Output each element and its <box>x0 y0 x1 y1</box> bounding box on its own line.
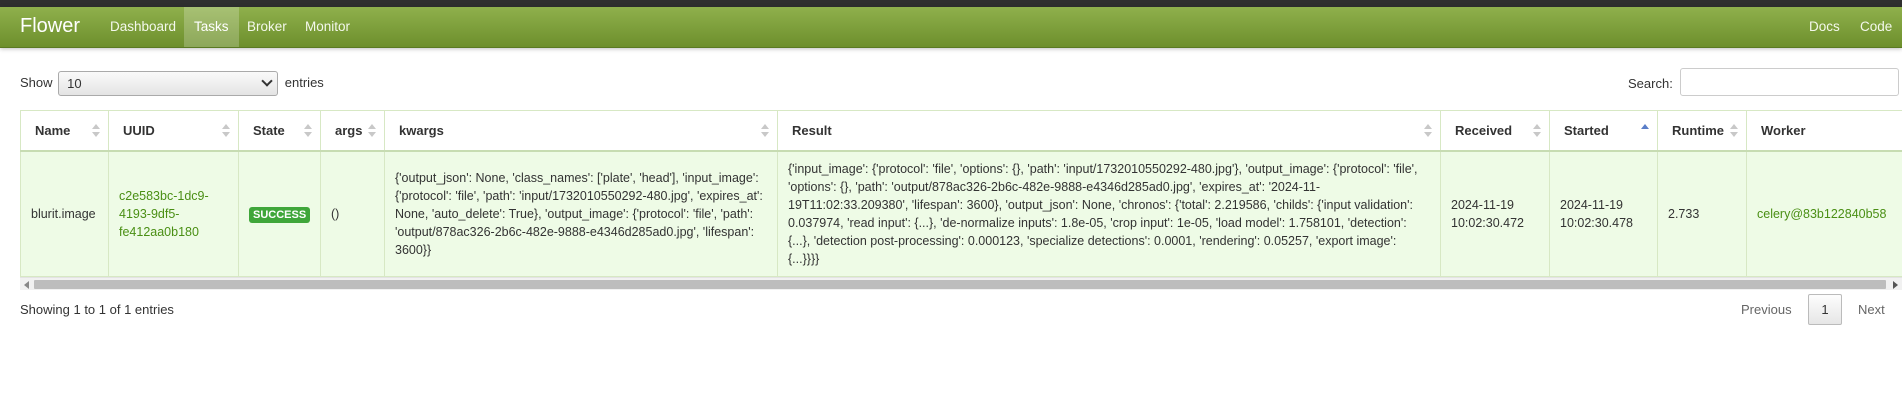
cell-worker: celery@83b122840b58 <box>1746 150 1902 277</box>
search-input[interactable] <box>1680 68 1899 96</box>
sort-icon <box>368 124 376 138</box>
cell-args: () <box>320 150 385 277</box>
brand-logo[interactable]: Flower <box>20 15 80 38</box>
cell-runtime: 2.733 <box>1657 150 1747 277</box>
sort-ascending-icon <box>1641 124 1649 138</box>
column-header-args[interactable]: args <box>320 110 385 152</box>
entries-select[interactable]: 10 <box>58 71 279 97</box>
tasks-table-container: Name UUID State args kwargs Result Recei… <box>20 110 1902 290</box>
tasks-table: Name UUID State args kwargs Result Recei… <box>20 110 1902 277</box>
pagination-previous[interactable]: Previous <box>1741 302 1792 317</box>
entries-select-value: 10 <box>67 76 82 92</box>
cell-result: {'input_image': {'protocol': 'file', 'op… <box>777 150 1441 277</box>
navbar: Flower Dashboard Tasks Broker Monitor Do… <box>0 7 1902 48</box>
sort-icon <box>1730 124 1738 138</box>
sort-icon <box>761 124 769 138</box>
window-top-strip <box>0 0 1902 7</box>
cell-name: blurit.image <box>20 150 109 277</box>
sort-icon <box>1533 124 1541 138</box>
nav-dashboard[interactable]: Dashboard <box>100 7 186 47</box>
sort-icon <box>222 124 230 138</box>
table-row: blurit.image c2e583bc-1dc9-4193-9df5-fe4… <box>20 150 1902 277</box>
chevron-down-icon <box>261 75 273 87</box>
sort-icon <box>304 124 312 138</box>
status-badge: SUCCESS <box>249 206 311 223</box>
table-header-row: Name UUID State args kwargs Result Recei… <box>20 110 1902 152</box>
column-header-uuid[interactable]: UUID <box>108 110 239 152</box>
horizontal-scrollbar[interactable] <box>20 277 1902 290</box>
sort-icon <box>92 124 100 138</box>
task-uuid-link[interactable]: c2e583bc-1dc9-4193-9df5-fe412aa0b180 <box>119 189 209 239</box>
nav-code[interactable]: Code <box>1850 7 1902 47</box>
length-prefix-label: Show <box>20 75 53 90</box>
worker-link[interactable]: celery@83b122840b58 <box>1757 207 1886 221</box>
pagination-page-1[interactable]: 1 <box>1808 294 1842 325</box>
column-header-received[interactable]: Received <box>1440 110 1550 152</box>
table-info: Showing 1 to 1 of 1 entries <box>20 302 174 317</box>
cell-state: SUCCESS <box>238 150 321 277</box>
column-header-runtime[interactable]: Runtime <box>1657 110 1747 152</box>
length-suffix-label: entries <box>284 75 324 90</box>
cell-uuid: c2e583bc-1dc9-4193-9df5-fe412aa0b180 <box>108 150 239 277</box>
cell-kwargs: {'output_json': None, 'class_names': ['p… <box>384 150 778 277</box>
nav-tasks[interactable]: Tasks <box>184 7 239 47</box>
entries-length-control: Show 10 entries <box>20 70 324 97</box>
nav-docs[interactable]: Docs <box>1799 7 1850 47</box>
nav-broker[interactable]: Broker <box>237 7 297 47</box>
column-header-state[interactable]: State <box>238 110 321 152</box>
cell-started: 2024-11-19 10:02:30.478 <box>1549 150 1658 277</box>
column-header-worker[interactable]: Worker <box>1746 110 1902 152</box>
cell-received: 2024-11-19 10:02:30.472 <box>1440 150 1550 277</box>
pagination-next[interactable]: Next <box>1858 302 1885 317</box>
column-header-result[interactable]: Result <box>777 110 1441 152</box>
search-label: Search: <box>1628 76 1673 91</box>
sort-icon <box>1424 124 1432 138</box>
column-header-started[interactable]: Started <box>1549 110 1658 152</box>
scroll-right-icon[interactable] <box>1893 281 1898 289</box>
column-header-name[interactable]: Name <box>20 110 109 152</box>
column-header-kwargs[interactable]: kwargs <box>384 110 778 152</box>
scrollbar-thumb[interactable] <box>34 280 1886 289</box>
scroll-left-icon[interactable] <box>24 281 29 289</box>
nav-monitor[interactable]: Monitor <box>295 7 360 47</box>
